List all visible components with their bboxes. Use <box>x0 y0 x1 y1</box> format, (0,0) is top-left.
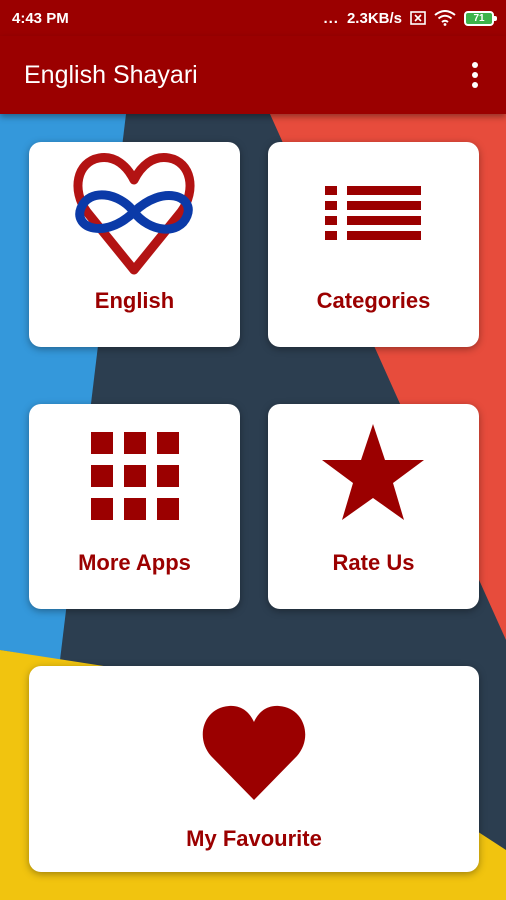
sim-icon <box>410 11 426 25</box>
rate-us-card[interactable]: Rate Us <box>268 404 479 609</box>
rate-us-label: Rate Us <box>332 550 415 575</box>
app-title: English Shayari <box>24 60 198 89</box>
more-apps-card[interactable]: More Apps <box>29 404 240 609</box>
heart-icon <box>202 705 306 800</box>
notification-dots: ... <box>323 9 339 27</box>
battery-level: 71 <box>473 12 485 24</box>
app-bar: English Shayari <box>0 36 506 114</box>
list-icon <box>325 186 421 240</box>
english-card[interactable]: English <box>29 142 240 347</box>
more-apps-label: More Apps <box>78 550 191 575</box>
categories-label: Categories <box>316 288 431 313</box>
star-icon <box>322 424 424 520</box>
status-time: 4:43 PM <box>12 9 69 27</box>
my-favourite-label: My Favourite <box>186 826 322 851</box>
english-label: English <box>94 288 175 313</box>
categories-card[interactable]: Categories <box>268 142 479 347</box>
wifi-icon <box>434 10 456 26</box>
my-favourite-card[interactable]: My Favourite <box>29 666 479 872</box>
battery-icon: 71 <box>464 10 497 26</box>
grid-icon <box>91 432 179 520</box>
network-speed: 2.3KB/s <box>346 9 402 27</box>
more-vert-icon[interactable] <box>466 58 484 92</box>
status-icons: ... 2.3KB/s 71 <box>323 9 497 27</box>
status-bar: 4:43 PM ... 2.3KB/s 71 <box>0 0 506 36</box>
infinity-heart-icon <box>73 153 195 275</box>
